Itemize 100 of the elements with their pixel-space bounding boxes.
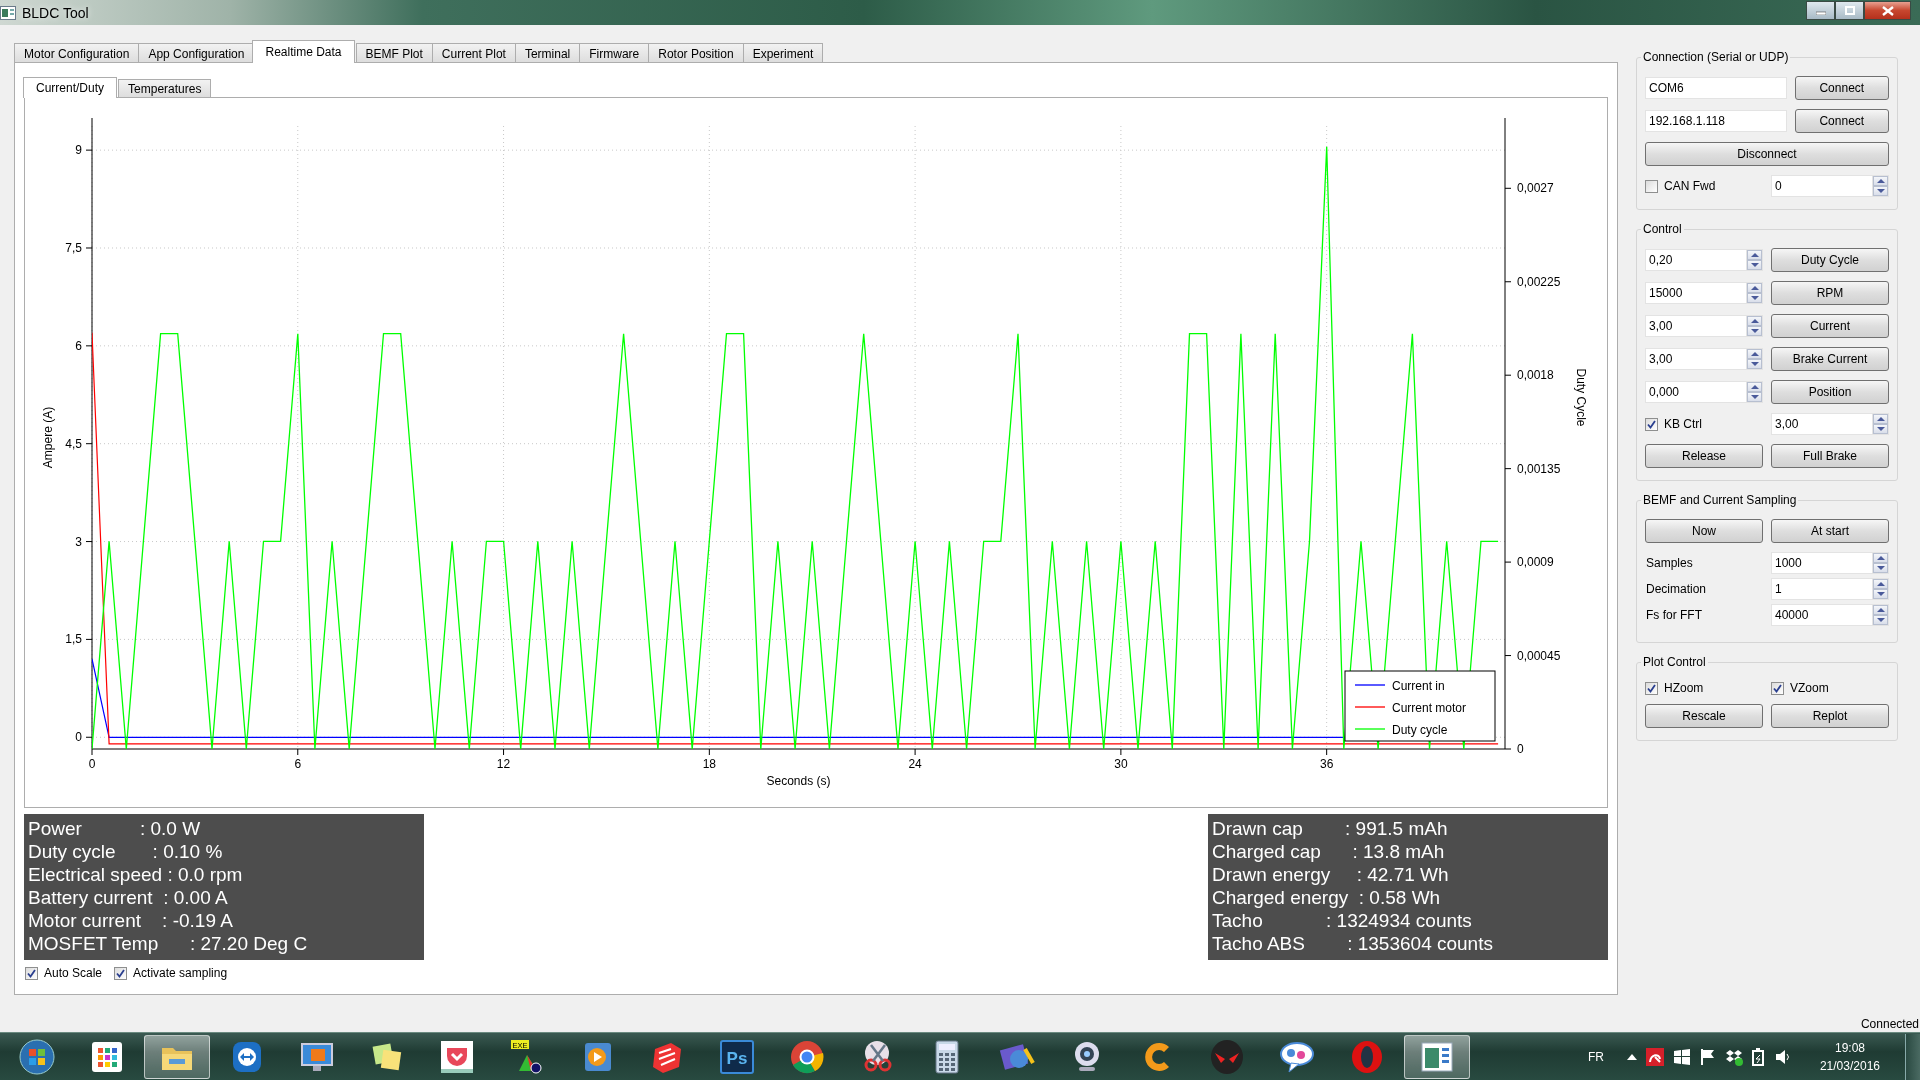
spin-field[interactable]: 3,00	[1771, 413, 1872, 435]
push-button[interactable]: Connect	[1794, 76, 1889, 100]
spin-down-button[interactable]	[1873, 424, 1888, 434]
spin-up-button[interactable]	[1873, 579, 1888, 589]
legend-label: Duty cycle	[1392, 723, 1448, 737]
close-button[interactable]	[1864, 1, 1911, 20]
battery-plug-icon[interactable]	[1751, 1047, 1766, 1066]
checkbox-label: HZoom	[1664, 681, 1704, 695]
readout-line: Battery current : 0.00 A	[28, 886, 229, 909]
flag-icon[interactable]	[1699, 1047, 1716, 1066]
spin-field[interactable]: 1	[1771, 578, 1872, 600]
text-field[interactable]: 192.168.1.118	[1645, 110, 1787, 132]
push-button[interactable]: Disconnect	[1645, 142, 1889, 166]
tick-label: 7,5	[65, 241, 82, 255]
taskbar-button[interactable]	[144, 1034, 210, 1079]
readout-line: Charged cap : 13.8 mAh	[1212, 840, 1446, 863]
checkbox[interactable]	[25, 966, 38, 980]
spin-field[interactable]: 0,000	[1645, 381, 1746, 403]
text-field[interactable]: COM6	[1645, 77, 1787, 99]
spin-down-button[interactable]	[1747, 293, 1762, 303]
checkbox[interactable]	[1645, 681, 1658, 695]
spin-up-button[interactable]	[1873, 176, 1888, 186]
checkbox[interactable]	[1645, 179, 1658, 193]
push-button[interactable]: Full Brake	[1771, 444, 1889, 468]
spin-field[interactable]: 40000	[1771, 604, 1872, 626]
spin-up-button[interactable]	[1873, 414, 1888, 424]
show-desktop-button[interactable]	[1905, 1033, 1920, 1080]
clock[interactable]: 19:08 21/03/2016	[1819, 1038, 1880, 1075]
spin-down-button[interactable]	[1873, 186, 1888, 196]
spin-field[interactable]: 3,00	[1645, 348, 1746, 370]
legend-label: Current in	[1392, 679, 1445, 693]
spin-field[interactable]: 15000	[1645, 282, 1746, 304]
push-button[interactable]: Current	[1771, 314, 1889, 338]
group-title: Control	[1642, 222, 1683, 236]
app-window-icon	[0, 5, 16, 20]
ps-icon: Ps	[719, 1038, 755, 1075]
windows-logo-icon[interactable]	[1672, 1047, 1691, 1066]
umbrella-icon[interactable]	[1645, 1047, 1664, 1066]
spin-field[interactable]: 1000	[1771, 552, 1872, 574]
tab[interactable]: Experiment	[742, 43, 824, 63]
spin-down-button[interactable]	[1747, 260, 1762, 270]
spin-up-button[interactable]	[1747, 349, 1762, 359]
tab[interactable]: BEMF Plot	[355, 43, 433, 63]
push-button[interactable]: Release	[1645, 444, 1763, 468]
spin-field[interactable]: 3,00	[1645, 315, 1746, 337]
language-indicator[interactable]: FR	[1587, 1049, 1604, 1064]
window-title: BLDC Tool	[22, 4, 90, 21]
spin-up-button[interactable]	[1873, 605, 1888, 615]
tick-label: 6	[294, 757, 302, 771]
minimize-button[interactable]	[1806, 1, 1835, 20]
push-button[interactable]: Duty Cycle	[1771, 248, 1889, 272]
checkbox[interactable]	[1771, 681, 1784, 695]
tick-label: 0,00045	[1517, 648, 1561, 663]
checkbox[interactable]	[1645, 417, 1658, 431]
spin-up-button[interactable]	[1747, 250, 1762, 260]
push-button[interactable]: Rescale	[1645, 704, 1763, 728]
start-orb-icon	[19, 1038, 55, 1075]
spin-field[interactable]: 0	[1771, 175, 1872, 197]
readout-line: Power : 0.0 W	[28, 817, 202, 840]
dropbox-icon[interactable]	[1724, 1047, 1743, 1066]
push-button[interactable]: Connect	[1794, 109, 1889, 133]
spin-up-button[interactable]	[1747, 283, 1762, 293]
speaker-icon[interactable]	[1774, 1047, 1791, 1066]
push-button[interactable]: Now	[1645, 519, 1763, 543]
push-button[interactable]: Replot	[1771, 704, 1889, 728]
spin-down-button[interactable]	[1873, 563, 1888, 573]
tab[interactable]: Rotor Position	[648, 43, 744, 63]
field-label: Samples	[1645, 556, 1694, 570]
spin-down-button[interactable]	[1747, 359, 1762, 369]
tick-label: 0,00135	[1517, 461, 1561, 476]
spin-up-button[interactable]	[1747, 382, 1762, 392]
push-button[interactable]: Brake Current	[1771, 347, 1889, 371]
push-button[interactable]: At start	[1771, 519, 1889, 543]
taskbar-button[interactable]	[1404, 1034, 1470, 1079]
tab[interactable]: Firmware	[579, 43, 650, 63]
readout-line: Electrical speed : 0.0 rpm	[28, 863, 244, 886]
spin-down-button[interactable]	[1873, 615, 1888, 625]
spin-down-button[interactable]	[1747, 326, 1762, 336]
tick-label: 1,5	[65, 632, 82, 647]
maximize-button[interactable]	[1835, 1, 1864, 20]
checkbox[interactable]	[114, 966, 128, 980]
spin-up-button[interactable]	[1873, 553, 1888, 563]
push-button[interactable]: Position	[1771, 380, 1889, 404]
spin-field[interactable]: 0,20	[1645, 249, 1746, 271]
field-label: Fs for FFT	[1645, 608, 1703, 622]
push-button[interactable]: RPM	[1771, 281, 1889, 305]
tick-label: 0	[88, 757, 96, 771]
tab[interactable]: App Configuration	[138, 43, 255, 63]
spin-down-button[interactable]	[1747, 392, 1762, 402]
tick-label: 9	[75, 143, 82, 158]
up-arrow-icon[interactable]	[1626, 1053, 1637, 1060]
tab[interactable]: Terminal	[514, 43, 581, 63]
tab[interactable]: Realtime Data	[252, 40, 355, 63]
tab[interactable]: Current Plot	[431, 43, 516, 63]
taskbar-button[interactable]: Ps	[704, 1034, 770, 1079]
tick-label: 0,0027	[1517, 181, 1554, 196]
tab[interactable]: Motor Configuration	[14, 43, 140, 63]
tab[interactable]: Current/Duty	[23, 77, 118, 98]
spin-down-button[interactable]	[1873, 589, 1888, 599]
spin-up-button[interactable]	[1747, 316, 1762, 326]
